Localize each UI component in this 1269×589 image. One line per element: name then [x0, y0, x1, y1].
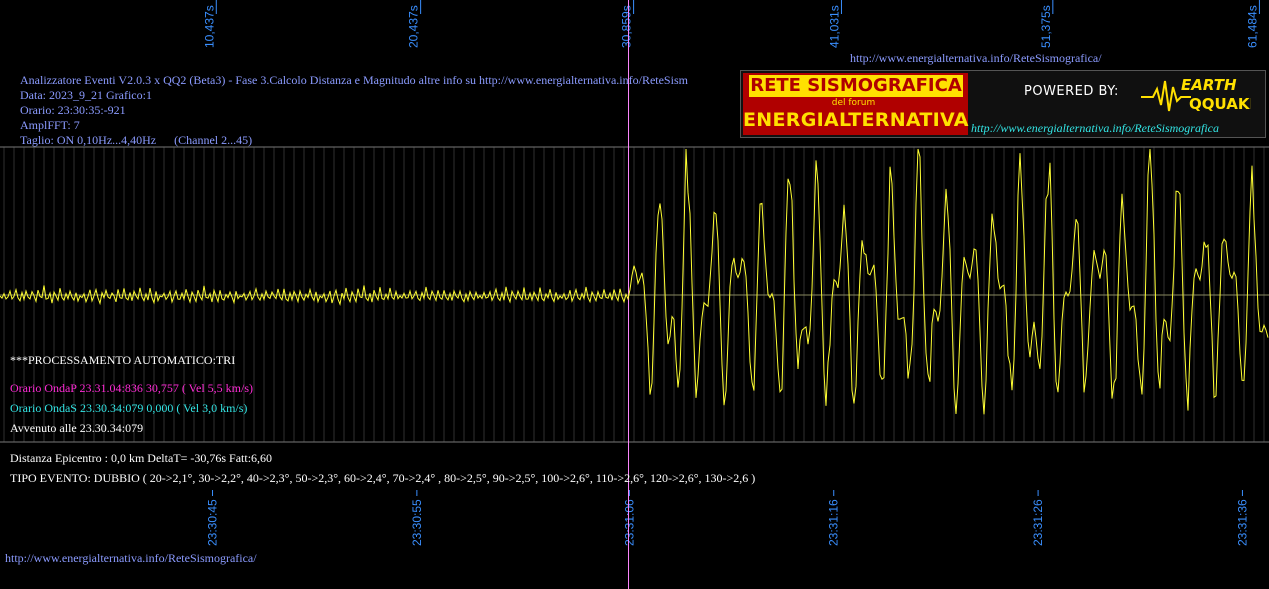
top-tick-label: 30,859s	[620, 5, 634, 48]
logo-url-link[interactable]: http://www.energialternativa.info/ReteSi…	[971, 121, 1219, 136]
event-type: TIPO EVENTO: DUBBIO ( 20->2,1°, 30->2,2°…	[10, 471, 756, 485]
top-tick-label: 51,375s	[1039, 5, 1053, 48]
logo-powered-by: POWERED BY:	[1024, 84, 1119, 99]
processing-mode: ***PROCESSAMENTO AUTOMATICO:TRI	[10, 353, 236, 367]
logo-subtitle: del forum	[831, 98, 876, 108]
bottom-tick-label: 23:31:06	[622, 499, 636, 546]
header-title: Analizzatore Eventi V2.0.3 x QQ2 (Beta3)…	[20, 73, 688, 87]
bottom-time-ticks: 23:30:45 23:30:55 23:31:06 23:31:16 23:31:26…	[206, 490, 1249, 546]
top-tick-label: 41,031s	[827, 5, 841, 48]
logo-brand: ENERGIALTERNATIVA	[743, 109, 969, 131]
top-tick-label: 61,484s	[1245, 5, 1259, 48]
epicenter-distance: Distanza Epicentro : 0,0 km DeltaT= -30,…	[10, 451, 273, 465]
onda-p-info: Orario OndaP 23.31.04:836 30,757 ( Vel 5…	[10, 381, 253, 395]
bottom-tick-label: 23:30:55	[410, 499, 424, 546]
onda-s-info: Orario OndaS 23.30.34:079 0,000 ( Vel 3,…	[10, 401, 248, 415]
top-tick-label: 20,437s	[407, 5, 421, 48]
event-time-info: Avvenuto alle 23.30.34:079	[10, 421, 144, 435]
header-filter: Taglio: ON 0,10Hz...4,40Hz (Channel 2...…	[20, 133, 253, 147]
logo-qquake-text: QQUAKE	[1189, 95, 1251, 113]
earthquake-logo-icon: EARTH QQUAKE	[1141, 76, 1251, 113]
logo-earth-text: EARTH	[1181, 76, 1237, 94]
header-date: Data: 2023_9_21 Grafico:1	[20, 88, 152, 102]
bottom-tick-label: 23:31:36	[1235, 499, 1249, 546]
grid-lines	[0, 146, 1269, 443]
top-tick-label: 10,437s	[202, 5, 216, 48]
bottom-tick-label: 23:30:45	[206, 499, 220, 546]
top-time-ticks: 10,437s 20,437s 30,859s 41,031s 51,375s 61,48…	[202, 0, 1260, 48]
header-ampl: AmplFFT: 7	[20, 118, 80, 132]
top-url-link[interactable]: http://www.energialternativa.info/ReteSi…	[850, 51, 1102, 65]
logo-title: RETE SISMOGRAFICA	[749, 75, 963, 97]
rete-sismografica-logo[interactable]: RETE SISMOGRAFICA del forum ENERGIALTERN…	[740, 70, 1266, 138]
bottom-tick-label: 23:31:16	[827, 499, 841, 546]
header-time: Orario: 23:30:35:-921	[20, 103, 126, 117]
bottom-tick-label: 23:31:26	[1031, 499, 1045, 546]
footer-url-link[interactable]: http://www.energialternativa.info/ReteSi…	[5, 551, 257, 565]
